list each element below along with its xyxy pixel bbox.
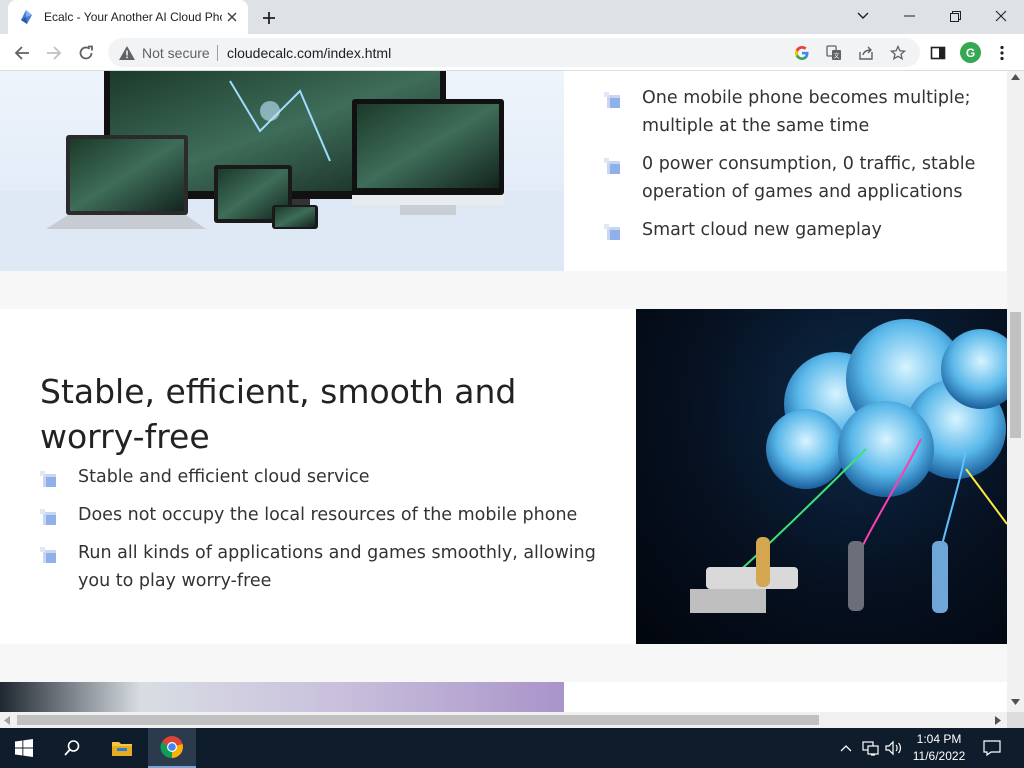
file-explorer-icon[interactable]: [98, 728, 146, 768]
chevron-up-icon[interactable]: [836, 738, 856, 758]
list-item-text: 0 power consumption, 0 traffic, stable o…: [642, 154, 976, 202]
svg-text:文: 文: [833, 52, 839, 60]
bullet-icon: [40, 547, 56, 563]
list-item: Does not occupy the local resources of t…: [40, 501, 632, 529]
menu-dots-icon[interactable]: [988, 39, 1016, 67]
list-item-text: Does not occupy the local resources of t…: [78, 505, 578, 525]
bullet-icon: [604, 92, 620, 108]
warning-icon[interactable]: [118, 44, 136, 62]
tab-search-icon[interactable]: [840, 0, 886, 32]
side-panel-icon[interactable]: [924, 39, 952, 67]
translate-icon[interactable]: 文: [824, 43, 844, 63]
clock-time: 1:04 PM: [916, 732, 962, 746]
list-item-text: One mobile phone becomes multiple; multi…: [642, 88, 971, 136]
feature-section-stable: Stable, efficient, smooth and worry-free…: [0, 309, 1007, 644]
feature-list-stable: Stable and efficient cloud service Does …: [40, 463, 632, 605]
bookmark-star-icon[interactable]: [888, 43, 908, 63]
scroll-left-arrow-icon[interactable]: [4, 716, 10, 725]
back-arrow-icon[interactable]: [8, 39, 36, 67]
multi-device-image: [0, 71, 564, 271]
clock-date: 11/6/2022: [912, 749, 966, 763]
close-tab-icon[interactable]: [224, 9, 240, 25]
vertical-scrollbar[interactable]: [1007, 71, 1024, 712]
share-icon[interactable]: [856, 43, 876, 63]
forward-arrow-icon[interactable]: [40, 39, 68, 67]
omnibox-divider: [217, 45, 218, 61]
google-icon[interactable]: [792, 43, 812, 63]
page-viewport: One mobile phone becomes multiple; multi…: [0, 71, 1007, 712]
tab-title: Ecalc - Your Another AI Cloud Phone: [44, 10, 222, 24]
scrollbar-corner: [1007, 712, 1024, 728]
address-bar[interactable]: Not secure cloudecalc.com/index.html 文: [108, 38, 920, 67]
list-item: One mobile phone becomes multiple; multi…: [604, 84, 1007, 140]
list-item: Run all kinds of applications and games …: [40, 539, 632, 595]
new-tab-button[interactable]: [258, 7, 280, 29]
vertical-scroll-thumb[interactable]: [1010, 312, 1021, 438]
profile-avatar[interactable]: G: [960, 42, 981, 63]
list-item-text: Run all kinds of applications and games …: [78, 543, 596, 591]
cloud-network-image: [636, 309, 1007, 644]
windows-taskbar: 1:04 PM 11/6/2022: [0, 728, 1024, 768]
list-item: Stable and efficient cloud service: [40, 463, 632, 491]
section-title: Stable, efficient, smooth and worry-free: [40, 372, 517, 456]
security-label[interactable]: Not secure: [142, 45, 210, 61]
desktop-screenshot-image: [0, 682, 564, 712]
tab-strip: Ecalc - Your Another AI Cloud Phone: [0, 0, 1024, 34]
scroll-down-arrow-icon[interactable]: [1011, 699, 1020, 705]
bullet-icon: [604, 158, 620, 174]
horizontal-scrollbar[interactable]: [0, 712, 1007, 728]
network-icon[interactable]: [861, 738, 881, 758]
scroll-right-arrow-icon[interactable]: [995, 716, 1001, 725]
reload-icon[interactable]: [72, 39, 100, 67]
bullet-icon: [40, 509, 56, 525]
start-windows-icon[interactable]: [0, 728, 48, 768]
list-item-text: Stable and efficient cloud service: [78, 467, 370, 487]
feature-section-multi-phone: One mobile phone becomes multiple; multi…: [0, 71, 1007, 271]
browser-tab[interactable]: Ecalc - Your Another AI Cloud Phone: [8, 0, 248, 34]
horizontal-scroll-thumb[interactable]: [17, 715, 819, 725]
close-window-icon[interactable]: [978, 0, 1024, 32]
site-favicon-icon: [21, 10, 32, 24]
feature-list-multi-phone: One mobile phone becomes multiple; multi…: [604, 84, 1007, 254]
notification-center-icon[interactable]: [982, 738, 1002, 758]
bullet-icon: [40, 471, 56, 487]
restore-icon[interactable]: [932, 0, 978, 32]
system-clock[interactable]: 1:04 PM 11/6/2022: [908, 731, 970, 765]
feature-section-next: [0, 682, 1007, 712]
search-icon[interactable]: [48, 728, 96, 768]
list-item: 0 power consumption, 0 traffic, stable o…: [604, 150, 1007, 206]
minimize-icon[interactable]: [886, 0, 932, 32]
volume-icon[interactable]: [884, 738, 904, 758]
scroll-up-arrow-icon[interactable]: [1011, 74, 1020, 80]
browser-toolbar: Not secure cloudecalc.com/index.html 文 G: [0, 34, 1024, 71]
list-item-text: Smart cloud new gameplay: [642, 220, 882, 240]
url-text[interactable]: cloudecalc.com/index.html: [227, 45, 391, 61]
chrome-taskbar-icon[interactable]: [148, 728, 196, 768]
bullet-icon: [604, 224, 620, 240]
list-item: Smart cloud new gameplay: [604, 216, 1007, 244]
